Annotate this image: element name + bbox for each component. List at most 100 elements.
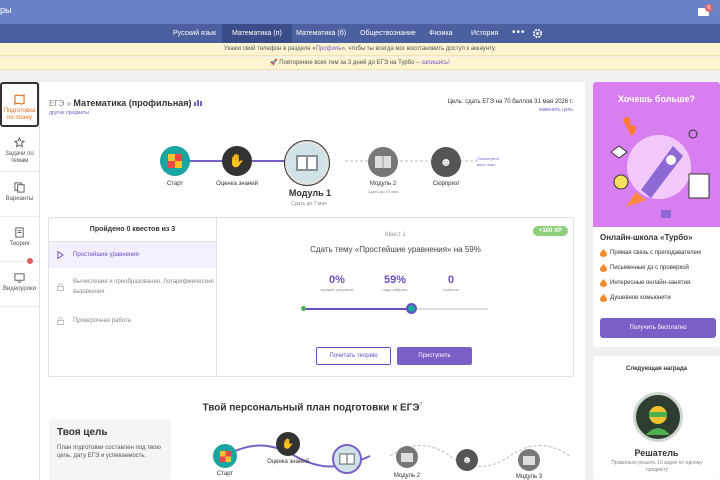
start-button[interactable]: Приступить xyxy=(397,347,472,365)
quest-item[interactable]: Вычисления и преобразования. Логарифмиче… xyxy=(49,268,217,308)
plan-step-label: Старт xyxy=(216,471,234,477)
step-module-1[interactable] xyxy=(285,141,329,185)
step-start[interactable] xyxy=(160,146,190,176)
reward-name: Решатель xyxy=(634,448,679,458)
subject-tab-math-base[interactable]: Математика (б) xyxy=(286,24,356,43)
quest-details: +100 XP Квест 1 Сдать тему «Простейшие у… xyxy=(217,218,574,376)
mail-icon[interactable]: 6 xyxy=(698,4,713,16)
main-panel: ЕГЭ » Математика (профильная) другие пре… xyxy=(40,82,585,480)
sidebar-item-variants[interactable]: Варианты xyxy=(0,172,39,217)
reward-description: Правильно решить 10 задач по одному пред… xyxy=(611,460,703,473)
monitor-icon xyxy=(14,273,25,283)
plan-step-module-2[interactable] xyxy=(396,446,418,468)
plan-step-module-1[interactable] xyxy=(332,444,362,474)
book-icon xyxy=(15,227,24,238)
goal-box-text: План подготовки составлен под твою цель,… xyxy=(57,445,161,459)
promo-banner[interactable]: Хочешь больше? xyxy=(593,82,720,227)
lock-icon xyxy=(57,317,64,325)
stat-attempts: 0 попыток xyxy=(443,274,459,292)
progress-track xyxy=(303,308,488,310)
quest-panel: Пройдено 0 квестов из 3 Простейшие уравн… xyxy=(48,217,574,377)
subject-tab-social[interactable]: Обществознание xyxy=(350,24,426,43)
plan-step-label: Модуль 3 xyxy=(515,474,543,480)
solver-avatar-icon xyxy=(646,406,670,435)
map-icon xyxy=(14,94,25,105)
sidebar: Подготовка по плану Задачи по темам Вари… xyxy=(0,82,40,480)
step-assessment[interactable]: ✋ xyxy=(222,146,252,176)
plan-step-assessment[interactable]: ✋ xyxy=(276,432,300,456)
top-bar: ры 6 xyxy=(0,0,720,24)
turbo-notice: 🚀 Повторение всех тем за 3 дней до ЕГЭ н… xyxy=(0,57,720,70)
start-flag-icon xyxy=(219,450,231,462)
progress-fill xyxy=(303,308,413,310)
plan-step-label: Модуль 2 xyxy=(393,473,421,479)
quest-item-active[interactable]: Простейшие уравнения xyxy=(49,242,217,268)
quests-progress: Пройдено 0 квестов из 3 xyxy=(49,218,217,242)
plan-step-module-3[interactable] xyxy=(518,449,540,471)
rock-hand-icon: ✋ xyxy=(228,153,246,168)
step-surprise[interactable]: ☻ xyxy=(431,147,461,177)
step-label: Оценка знаний xyxy=(216,181,258,187)
read-theory-button[interactable]: Почитать теорию xyxy=(316,347,391,365)
flame-icon xyxy=(600,264,607,272)
play-icon xyxy=(57,251,64,259)
quest-list-filler xyxy=(49,334,217,376)
step-deadline: Сдать до 7 мая xyxy=(291,201,327,207)
plan-title: Твой персональный план подготовки к ЕГЭ? xyxy=(202,402,423,414)
gear-icon[interactable] xyxy=(532,28,543,39)
copy-icon xyxy=(14,182,25,193)
subject-tab-math-profile[interactable]: Математика (п) xyxy=(222,24,292,43)
goal-box-title: Твоя цель xyxy=(57,427,108,438)
turbo-signup-link[interactable]: запишись! xyxy=(421,60,450,66)
star-icon xyxy=(14,137,25,148)
step-module-2[interactable] xyxy=(368,147,398,177)
feature-item: Интересные онлайн-занятия xyxy=(600,279,690,287)
book-gray-icon xyxy=(375,156,391,168)
step-deadline: Сдать до 10 мая xyxy=(367,189,399,194)
promo-title: Хочешь больше? xyxy=(617,94,695,104)
quest-item[interactable]: Проверочная работа xyxy=(49,308,217,334)
quest-task: Сдать тему «Простейшие уравнения» на 59% xyxy=(310,245,481,254)
profile-link[interactable]: Профиль xyxy=(316,46,342,52)
surprise-face-icon: ☻ xyxy=(439,155,453,169)
sidebar-item-videos[interactable]: Видеоуроки xyxy=(0,258,39,307)
start-flag-icon xyxy=(168,154,182,168)
sidebar-item-tasks[interactable]: Задачи по темам xyxy=(0,127,39,172)
plan-step-label: Оценка знаний xyxy=(267,459,309,465)
book-gray-icon xyxy=(401,452,413,462)
current-result-marker xyxy=(301,306,306,311)
help-icon[interactable]: ? xyxy=(419,402,422,408)
notification-dot xyxy=(27,258,33,264)
sidebar-item-plan[interactable]: Подготовка по плану xyxy=(0,82,39,127)
rocket-illustration-icon xyxy=(610,117,710,218)
open-book-icon xyxy=(296,155,318,171)
feature-item: Прямая связь с преподавателем xyxy=(600,249,701,257)
promo-card: Хочешь больше? Онлайн-школа «Турбо» Прям… xyxy=(593,82,720,347)
surprise-face-icon: ☻ xyxy=(461,454,473,466)
view-plan-link[interactable]: Посмотреть весь план xyxy=(477,156,507,168)
plan-step-start[interactable] xyxy=(213,444,237,468)
open-book-icon xyxy=(339,453,355,465)
subject-tab-history[interactable]: История xyxy=(461,24,508,43)
brand-name[interactable]: ры xyxy=(0,5,11,15)
flame-icon xyxy=(600,279,607,287)
book-gray-icon xyxy=(523,455,535,465)
subject-tab-physics[interactable]: Физика xyxy=(419,24,462,43)
plan-step-surprise[interactable]: ☻ xyxy=(456,449,478,471)
lock-icon xyxy=(57,283,64,291)
feature-item: Письменные дз с проверкой xyxy=(600,264,689,272)
quest-number: Квест 1 xyxy=(385,232,406,238)
get-free-button[interactable]: Получить бесплатно xyxy=(600,318,716,338)
subject-tab-russian[interactable]: Русский язык xyxy=(163,24,226,43)
phone-notice: Укажи свой телефон в разделе «Профиль», … xyxy=(0,43,720,56)
subject-nav: Русский язык Математика (п) Математика (… xyxy=(0,24,720,43)
step-label: Сюрприз! xyxy=(432,181,460,187)
rocket-icon: 🚀 xyxy=(270,60,280,66)
reward-card: Следующая награда Решатель Правильно реш… xyxy=(593,356,720,480)
rock-hand-icon: ✋ xyxy=(281,438,295,450)
stat-best: 0% лучший результат xyxy=(320,274,354,292)
mail-badge: 6 xyxy=(705,4,713,12)
more-subjects-icon[interactable]: ••• xyxy=(512,24,526,41)
step-label-current: Модуль 1 xyxy=(288,188,332,198)
sidebar-item-theory[interactable]: Теория xyxy=(0,217,39,262)
